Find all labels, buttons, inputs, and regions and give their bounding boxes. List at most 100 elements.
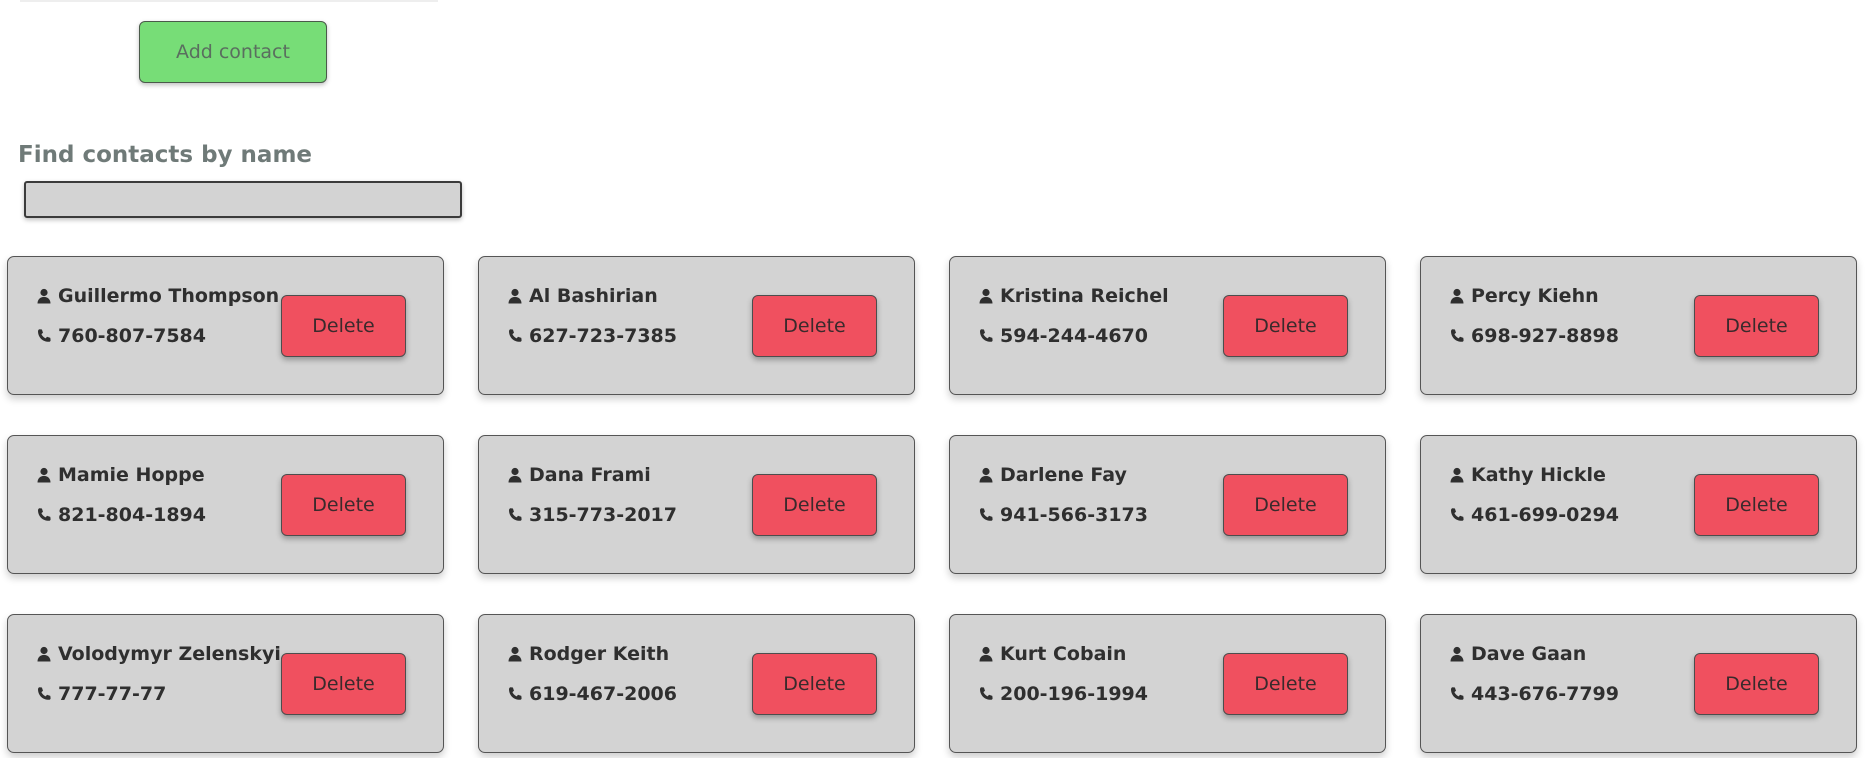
- delete-button[interactable]: Delete: [752, 295, 877, 357]
- contact-name-row: Percy Kiehn: [1449, 285, 1599, 307]
- user-icon: [978, 287, 994, 305]
- contact-name-row: Dana Frami: [507, 464, 651, 486]
- contact-card: Dana Frami 315-773-2017 Delete: [478, 435, 915, 574]
- contact-phone: 619-467-2006: [529, 683, 677, 705]
- contact-phone: 594-244-4670: [1000, 325, 1148, 347]
- contact-list: Guillermo Thompson 760-807-7584 Delete A…: [7, 256, 1857, 753]
- contact-name-row: Al Bashirian: [507, 285, 658, 307]
- phone-icon: [507, 685, 523, 703]
- contact-name-row: Rodger Keith: [507, 643, 669, 665]
- search-input[interactable]: [24, 181, 462, 218]
- delete-button[interactable]: Delete: [1223, 474, 1348, 536]
- contact-name-row: Dave Gaan: [1449, 643, 1586, 665]
- search-title: Find contacts by name: [18, 142, 313, 168]
- contact-phone-row: 760-807-7584: [36, 325, 206, 347]
- phone-icon: [1449, 327, 1465, 345]
- delete-button[interactable]: Delete: [1223, 653, 1348, 715]
- phone-icon: [36, 327, 52, 345]
- phone-icon: [978, 506, 994, 524]
- delete-button[interactable]: Delete: [281, 653, 406, 715]
- contact-phone-row: 443-676-7799: [1449, 683, 1619, 705]
- contact-name: Volodymyr Zelenskyi: [58, 643, 281, 665]
- contact-name-row: Guillermo Thompson: [36, 285, 279, 307]
- contact-name: Mamie Hoppe: [58, 464, 205, 486]
- contact-name-row: Kathy Hickle: [1449, 464, 1606, 486]
- delete-button[interactable]: Delete: [752, 474, 877, 536]
- contact-name: Rodger Keith: [529, 643, 670, 665]
- contact-card: Kristina Reichel 594-244-4670 Delete: [949, 256, 1386, 395]
- user-icon: [36, 645, 52, 663]
- contact-name: Kristina Reichel: [1000, 285, 1169, 307]
- add-contact-button[interactable]: Add contact: [139, 21, 327, 83]
- user-icon: [978, 645, 994, 663]
- user-icon: [1449, 466, 1465, 484]
- contact-card: Mamie Hoppe 821-804-1894 Delete: [7, 435, 444, 574]
- delete-button[interactable]: Delete: [281, 295, 406, 357]
- contact-card: Al Bashirian 627-723-7385 Delete: [478, 256, 915, 395]
- contact-name-row: Kristina Reichel: [978, 285, 1169, 307]
- contact-name: Dave Gaan: [1471, 643, 1587, 665]
- delete-button[interactable]: Delete: [1694, 474, 1819, 536]
- contact-phone-row: 777-77-77: [36, 683, 166, 705]
- user-icon: [36, 287, 52, 305]
- contact-phone: 627-723-7385: [529, 325, 677, 347]
- contact-name-row: Volodymyr Zelenskyi: [36, 643, 281, 665]
- user-icon: [978, 466, 994, 484]
- phone-icon: [1449, 506, 1465, 524]
- phone-icon: [978, 327, 994, 345]
- contact-phone: 821-804-1894: [58, 504, 206, 526]
- contact-name: Kathy Hickle: [1471, 464, 1606, 486]
- delete-button[interactable]: Delete: [1694, 653, 1819, 715]
- contact-phone: 941-566-3173: [1000, 504, 1148, 526]
- contact-phone-row: 821-804-1894: [36, 504, 206, 526]
- contact-name-row: Mamie Hoppe: [36, 464, 205, 486]
- delete-button[interactable]: Delete: [1223, 295, 1348, 357]
- contact-phone-row: 461-699-0294: [1449, 504, 1619, 526]
- contact-phone-row: 594-244-4670: [978, 325, 1148, 347]
- user-icon: [507, 466, 523, 484]
- contact-phone-row: 627-723-7385: [507, 325, 677, 347]
- contact-card: Volodymyr Zelenskyi 777-77-77 Delete: [7, 614, 444, 753]
- user-icon: [507, 645, 523, 663]
- contact-name: Darlene Fay: [1000, 464, 1127, 486]
- phone-icon: [978, 685, 994, 703]
- contact-phone-row: 619-467-2006: [507, 683, 677, 705]
- contact-name: Percy Kiehn: [1471, 285, 1599, 307]
- contact-phone: 443-676-7799: [1471, 683, 1619, 705]
- delete-button[interactable]: Delete: [752, 653, 877, 715]
- user-icon: [1449, 287, 1465, 305]
- contact-card: Rodger Keith 619-467-2006 Delete: [478, 614, 915, 753]
- contact-phone: 200-196-1994: [1000, 683, 1148, 705]
- phonebook-page: Add contact Find contacts by name Guille…: [0, 0, 1865, 758]
- contact-phone: 698-927-8898: [1471, 325, 1619, 347]
- contact-phone: 760-807-7584: [58, 325, 206, 347]
- contact-name: Al Bashirian: [529, 285, 658, 307]
- delete-button[interactable]: Delete: [281, 474, 406, 536]
- contact-phone-row: 941-566-3173: [978, 504, 1148, 526]
- contact-card: Percy Kiehn 698-927-8898 Delete: [1420, 256, 1857, 395]
- delete-button[interactable]: Delete: [1694, 295, 1819, 357]
- contact-card: Darlene Fay 941-566-3173 Delete: [949, 435, 1386, 574]
- contact-card: Guillermo Thompson 760-807-7584 Delete: [7, 256, 444, 395]
- contact-name-row: Kurt Cobain: [978, 643, 1126, 665]
- contact-name: Dana Frami: [529, 464, 651, 486]
- contact-name: Guillermo Thompson: [58, 285, 280, 307]
- contact-phone: 315-773-2017: [529, 504, 677, 526]
- top-divider: [20, 0, 438, 2]
- user-icon: [1449, 645, 1465, 663]
- contact-name-row: Darlene Fay: [978, 464, 1127, 486]
- user-icon: [36, 466, 52, 484]
- phone-icon: [507, 327, 523, 345]
- phone-icon: [507, 506, 523, 524]
- contact-phone-row: 200-196-1994: [978, 683, 1148, 705]
- phone-icon: [1449, 685, 1465, 703]
- contact-card: Kurt Cobain 200-196-1994 Delete: [949, 614, 1386, 753]
- contact-card: Kathy Hickle 461-699-0294 Delete: [1420, 435, 1857, 574]
- phone-icon: [36, 506, 52, 524]
- contact-name: Kurt Cobain: [1000, 643, 1127, 665]
- contact-card: Dave Gaan 443-676-7799 Delete: [1420, 614, 1857, 753]
- contact-phone-row: 315-773-2017: [507, 504, 677, 526]
- contact-phone: 777-77-77: [58, 683, 167, 705]
- user-icon: [507, 287, 523, 305]
- contact-phone-row: 698-927-8898: [1449, 325, 1619, 347]
